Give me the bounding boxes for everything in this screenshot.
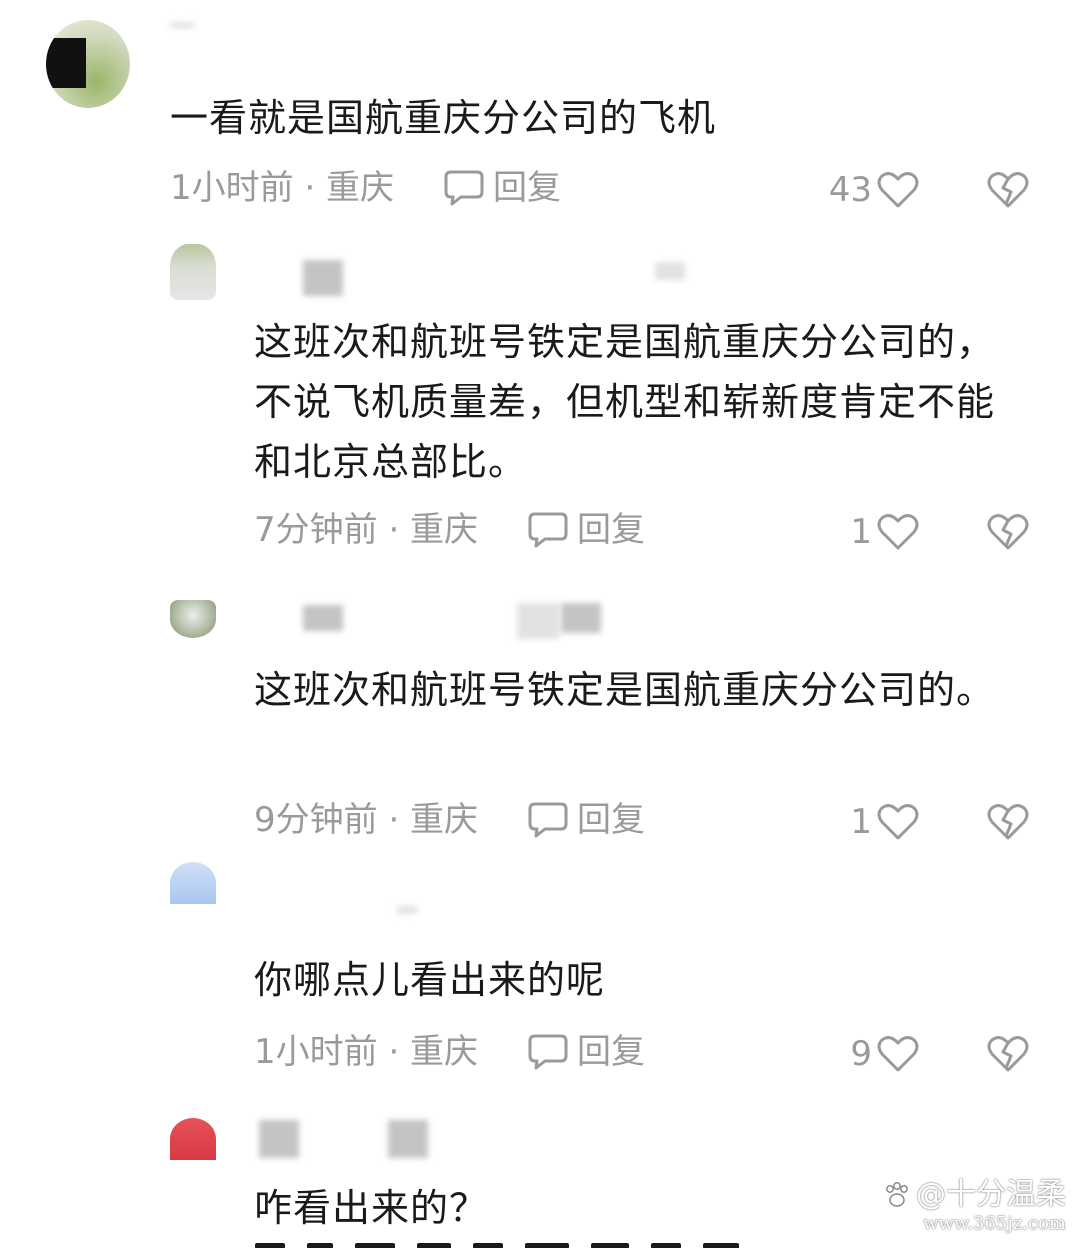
avatar[interactable] [170, 1118, 216, 1160]
comment-text: 这班次和航班号铁定是国航重庆分公司的，不说飞机质量差，但机型和崭新度肯定不能和北… [254, 320, 996, 484]
comment-meta: 1小时前 · 重庆 [254, 1032, 479, 1072]
heart-icon[interactable] [876, 802, 920, 842]
broken-heart-icon[interactable] [986, 1034, 1030, 1074]
paw-icon [882, 1180, 912, 1210]
heart-icon[interactable] [876, 512, 920, 552]
comment-meta: 9分钟前 · 重庆 [254, 800, 479, 840]
comment-bubble-icon [527, 800, 569, 840]
heart-icon[interactable] [876, 170, 920, 210]
username-blur [517, 603, 559, 639]
reply-label: 回复 [577, 1032, 645, 1072]
comment-text: 你哪点儿看出来的呢 [254, 958, 606, 1002]
comment-meta: 7分钟前 · 重庆 [254, 510, 479, 550]
username-blur [561, 603, 601, 633]
username-blur [259, 1120, 299, 1158]
comment-text: 这班次和航班号铁定是国航重庆分公司的。 [254, 668, 996, 712]
broken-heart-icon[interactable] [986, 802, 1030, 842]
avatar[interactable] [170, 244, 216, 300]
reply-button[interactable]: 回复 [527, 800, 645, 840]
like-count: 43 [828, 170, 872, 210]
comment-bubble-icon [527, 1032, 569, 1072]
avatar[interactable] [46, 20, 130, 108]
reply-button[interactable]: 回复 [443, 168, 561, 208]
comment-bubble-icon [527, 510, 569, 550]
comment-text: 一看就是国航重庆分公司的飞机 [170, 96, 717, 140]
heart-icon[interactable] [876, 1034, 920, 1074]
like-count: 1 [850, 802, 872, 842]
reply-label: 回复 [577, 800, 645, 840]
broken-heart-icon[interactable] [986, 512, 1030, 552]
watermark: @十分温柔 www.365jz.com [882, 1177, 1066, 1235]
username-blur [303, 260, 343, 296]
broken-heart-icon[interactable] [986, 170, 1030, 210]
watermark-url: www.365jz.com [923, 1213, 1066, 1234]
avatar[interactable] [170, 862, 216, 904]
reply-button[interactable]: 回复 [527, 1032, 645, 1072]
like-count: 1 [850, 512, 872, 552]
username-blur [303, 605, 343, 631]
watermark-label: @十分温柔 [916, 1177, 1066, 1212]
reply-label: 回复 [493, 168, 561, 208]
comment-meta: 1小时前 · 重庆 [170, 168, 395, 208]
like-count: 9 [850, 1034, 872, 1074]
reply-label: 回复 [577, 510, 645, 550]
username-blur [397, 906, 417, 914]
avatar[interactable] [170, 600, 216, 638]
reply-button[interactable]: 回复 [527, 510, 645, 550]
comment-bubble-icon [443, 168, 485, 208]
username-blur [655, 262, 685, 280]
username-blur [170, 22, 194, 28]
username-blur [388, 1120, 428, 1158]
clipped-text-row [255, 1234, 815, 1248]
